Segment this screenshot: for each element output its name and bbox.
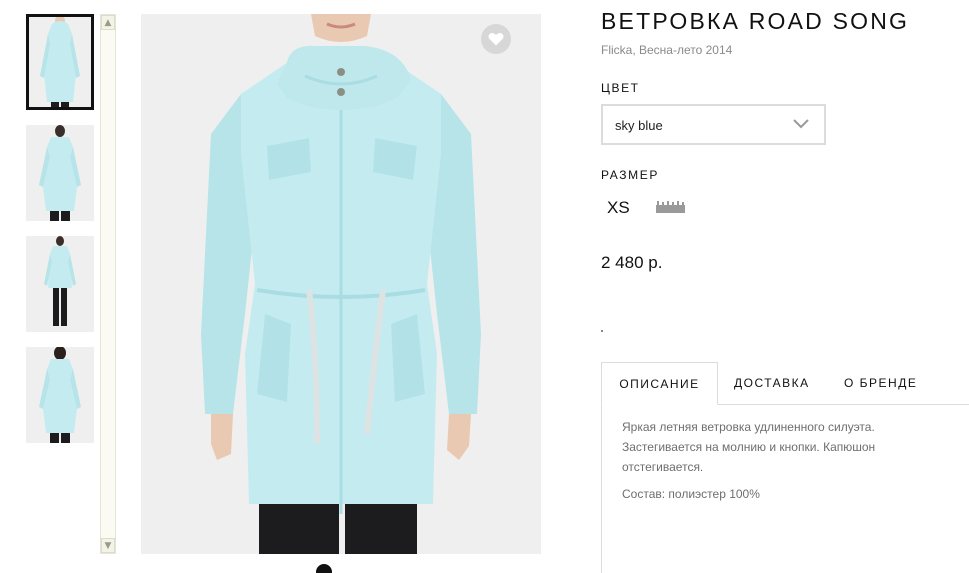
- favorite-button[interactable]: [481, 24, 511, 54]
- zoom-icon[interactable]: [316, 564, 332, 573]
- description-text: Яркая летняя ветровка удлиненного силуэт…: [622, 420, 876, 474]
- tab-panel-border: [601, 404, 602, 573]
- product-price: 2 480 р.: [601, 253, 663, 272]
- size-label: РАЗМЕР: [601, 168, 659, 182]
- thumbnail-1-image: [26, 14, 94, 110]
- thumbnail-3-image: [26, 236, 94, 332]
- heart-icon: [488, 32, 504, 46]
- main-product-image[interactable]: [141, 14, 541, 554]
- color-label: ЦВЕТ: [601, 81, 640, 95]
- brand-season: Flicka, Весна-лето 2014: [601, 43, 733, 57]
- divider-dot: [601, 330, 603, 332]
- tab-about-brand[interactable]: О БРЕНДЕ: [844, 376, 917, 390]
- arrow-up-icon[interactable]: ▲: [101, 15, 115, 30]
- chevron-down-icon: [793, 119, 809, 129]
- color-select-value: sky blue: [615, 118, 663, 133]
- composition-text: Состав: полиэстер 100%: [622, 487, 760, 501]
- thumbnail-1[interactable]: [26, 14, 94, 110]
- color-select[interactable]: sky blue: [601, 104, 826, 145]
- thumbnail-2[interactable]: [26, 125, 94, 221]
- thumbnail-2-image: [26, 125, 94, 221]
- thumbnail-3[interactable]: [26, 236, 94, 332]
- product-photo: [141, 14, 541, 554]
- tab-delivery[interactable]: ДОСТАВКА: [734, 376, 810, 390]
- size-option-xs[interactable]: XS: [607, 198, 630, 218]
- product-title: ВЕТРОВКА ROAD SONG: [601, 8, 910, 34]
- thumbnail-4-image: [26, 347, 94, 443]
- ruler-icon[interactable]: [656, 201, 685, 213]
- thumbnail-4[interactable]: [26, 347, 94, 443]
- thumbnail-scrollbar[interactable]: ▲ ▼: [100, 14, 116, 554]
- tab-description[interactable]: ОПИСАНИЕ: [601, 362, 718, 405]
- arrow-down-icon[interactable]: ▼: [101, 538, 115, 553]
